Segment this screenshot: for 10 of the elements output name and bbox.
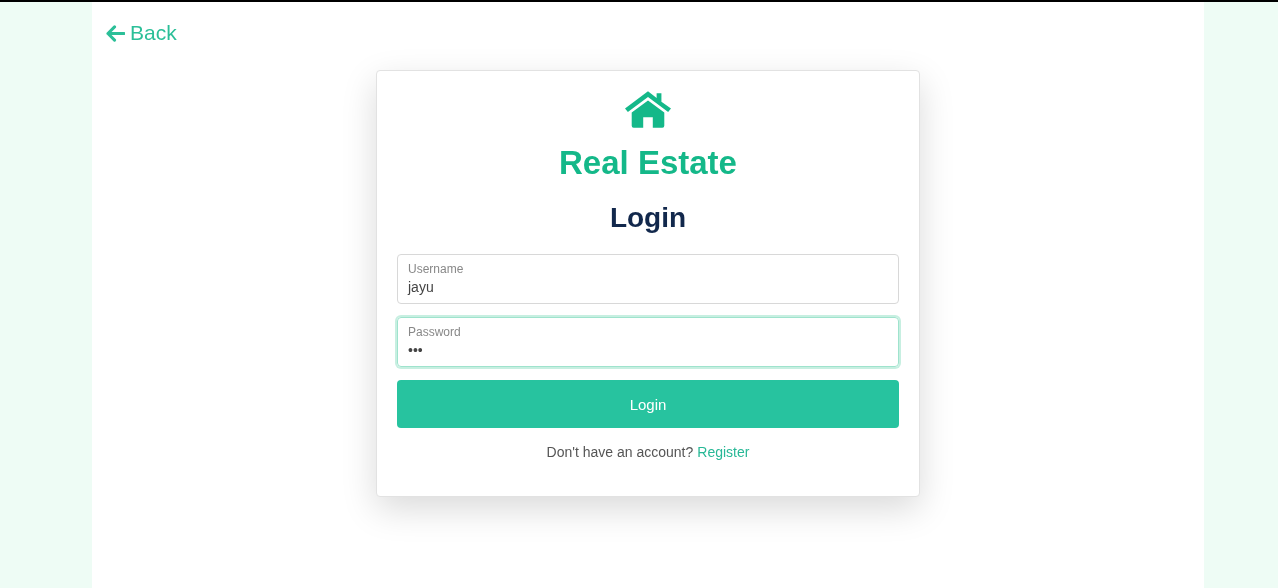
back-link[interactable]: Back [106,21,177,45]
brand-title: Real Estate [559,144,737,182]
login-heading: Login [609,202,687,234]
password-field[interactable]: Password ••• [397,317,899,367]
login-button[interactable]: Login [397,380,899,428]
username-field[interactable]: Username jayu [397,254,899,304]
back-arrow-icon [106,24,125,42]
account-prompt: Don't have an account? [546,444,694,460]
register-link[interactable]: Register [697,444,750,460]
house-icon [625,91,671,128]
